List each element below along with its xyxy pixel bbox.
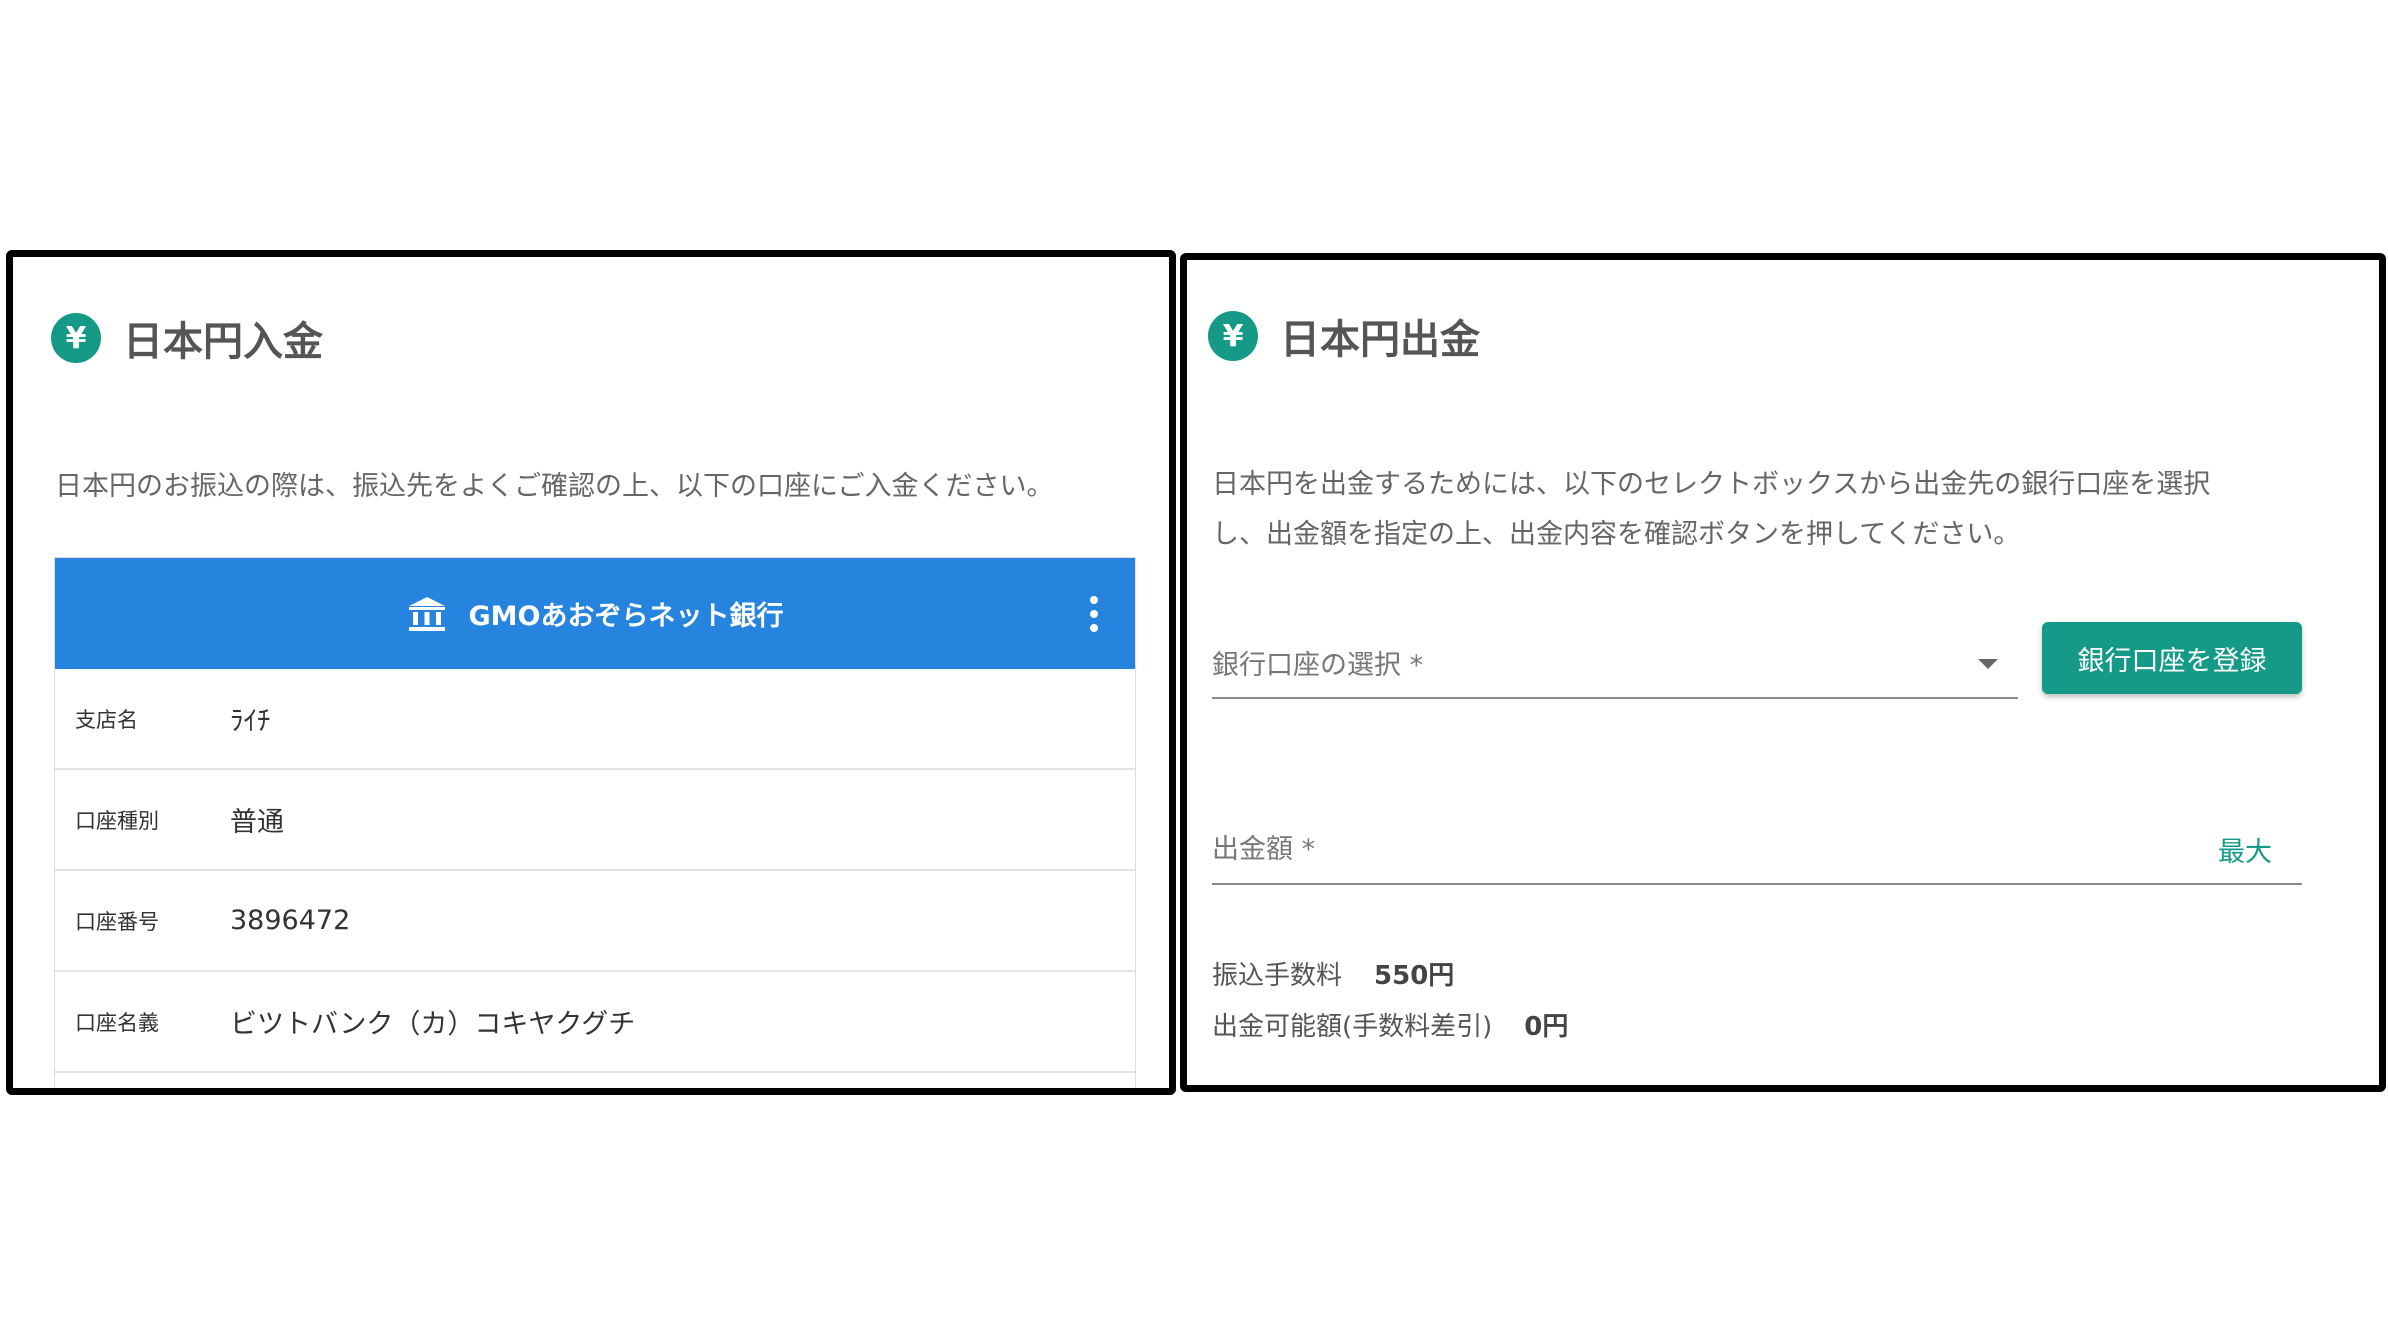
register-bank-account-button[interactable]: 銀行口座を登録: [2042, 622, 2302, 694]
deposit-title: ¥ 日本円入金: [51, 309, 323, 367]
deposit-title-text: 日本円入金: [123, 319, 323, 365]
deposit-description: 日本円のお振込の際は、振込先をよくご確認の上、以下の口座にご入金ください。: [55, 471, 1054, 502]
withdraw-amount-input[interactable]: 出金額 * 最大: [1212, 810, 2302, 885]
info-row-branch: 支店名 ﾗｲﾁ: [55, 669, 1135, 770]
dropdown-arrow-icon[interactable]: [1978, 659, 1998, 669]
yen-icon: ¥: [1208, 311, 1258, 361]
available-amount-row: 出金可能額(手数料差引) 0円: [1212, 1006, 1568, 1043]
transfer-fee-row: 振込手数料 550円: [1212, 955, 1454, 992]
bank-name: GMOあおぞらネット銀行: [468, 601, 784, 632]
bank-account-select-label: 銀行口座の選択 *: [1212, 649, 1424, 681]
available-amount-label: 出金可能額(手数料差引): [1212, 1012, 1493, 1042]
info-value: 3896472: [230, 905, 351, 936]
deposit-panel: ¥ 日本円入金 日本円のお振込の際は、振込先をよくご確認の上、以下の口座にご入金…: [6, 250, 1176, 1095]
withdraw-amount-label: 出金額 *: [1212, 834, 1316, 865]
info-label: 支店名: [75, 707, 138, 732]
info-value: 普通: [230, 807, 284, 838]
withdraw-description: 日本円を出金するためには、以下のセレクトボックスから出金先の銀行口座を選択 し、…: [1212, 460, 2210, 560]
withdraw-panel: ¥ 日本円出金 日本円を出金するためには、以下のセレクトボックスから出金先の銀行…: [1180, 253, 2386, 1092]
more-options-icon[interactable]: [1089, 596, 1099, 632]
withdraw-description-line1: 日本円を出金するためには、以下のセレクトボックスから出金先の銀行口座を選択: [1212, 469, 2211, 500]
info-row-account-type: 口座種別 普通: [55, 770, 1135, 871]
transfer-fee-label: 振込手数料: [1212, 961, 1343, 991]
max-amount-button[interactable]: 最大: [2218, 830, 2272, 869]
yen-icon: ¥: [51, 313, 101, 363]
info-label: 口座種別: [75, 808, 159, 833]
bank-header: GMOあおぞらネット銀行: [55, 558, 1135, 669]
available-amount-value: 0円: [1524, 1012, 1569, 1042]
bank-account-select[interactable]: 銀行口座の選択 *: [1212, 627, 2018, 699]
transfer-fee-value: 550円: [1374, 961, 1455, 991]
info-row-account-number: 口座番号 3896472: [55, 871, 1135, 972]
info-value: ﾗｲﾁ: [230, 706, 271, 737]
info-label: 口座番号: [75, 909, 159, 934]
bank-account-card: GMOあおぞらネット銀行 支店名 ﾗｲﾁ 口座種別 普通 口座番号 389647…: [54, 557, 1136, 1088]
withdraw-title-text: 日本円出金: [1280, 317, 1480, 363]
withdraw-title: ¥ 日本円出金: [1208, 307, 1480, 365]
withdraw-description-line2: し、出金額を指定の上、出金内容を確認ボタンを押してください。: [1212, 519, 2021, 550]
info-value: ビツトバンク（カ）コキヤクグチ: [230, 1009, 636, 1040]
info-label: 口座名義: [75, 1010, 159, 1035]
info-row-account-holder: 口座名義 ビツトバンク（カ）コキヤクグチ: [55, 972, 1135, 1073]
bank-icon: [408, 596, 445, 631]
